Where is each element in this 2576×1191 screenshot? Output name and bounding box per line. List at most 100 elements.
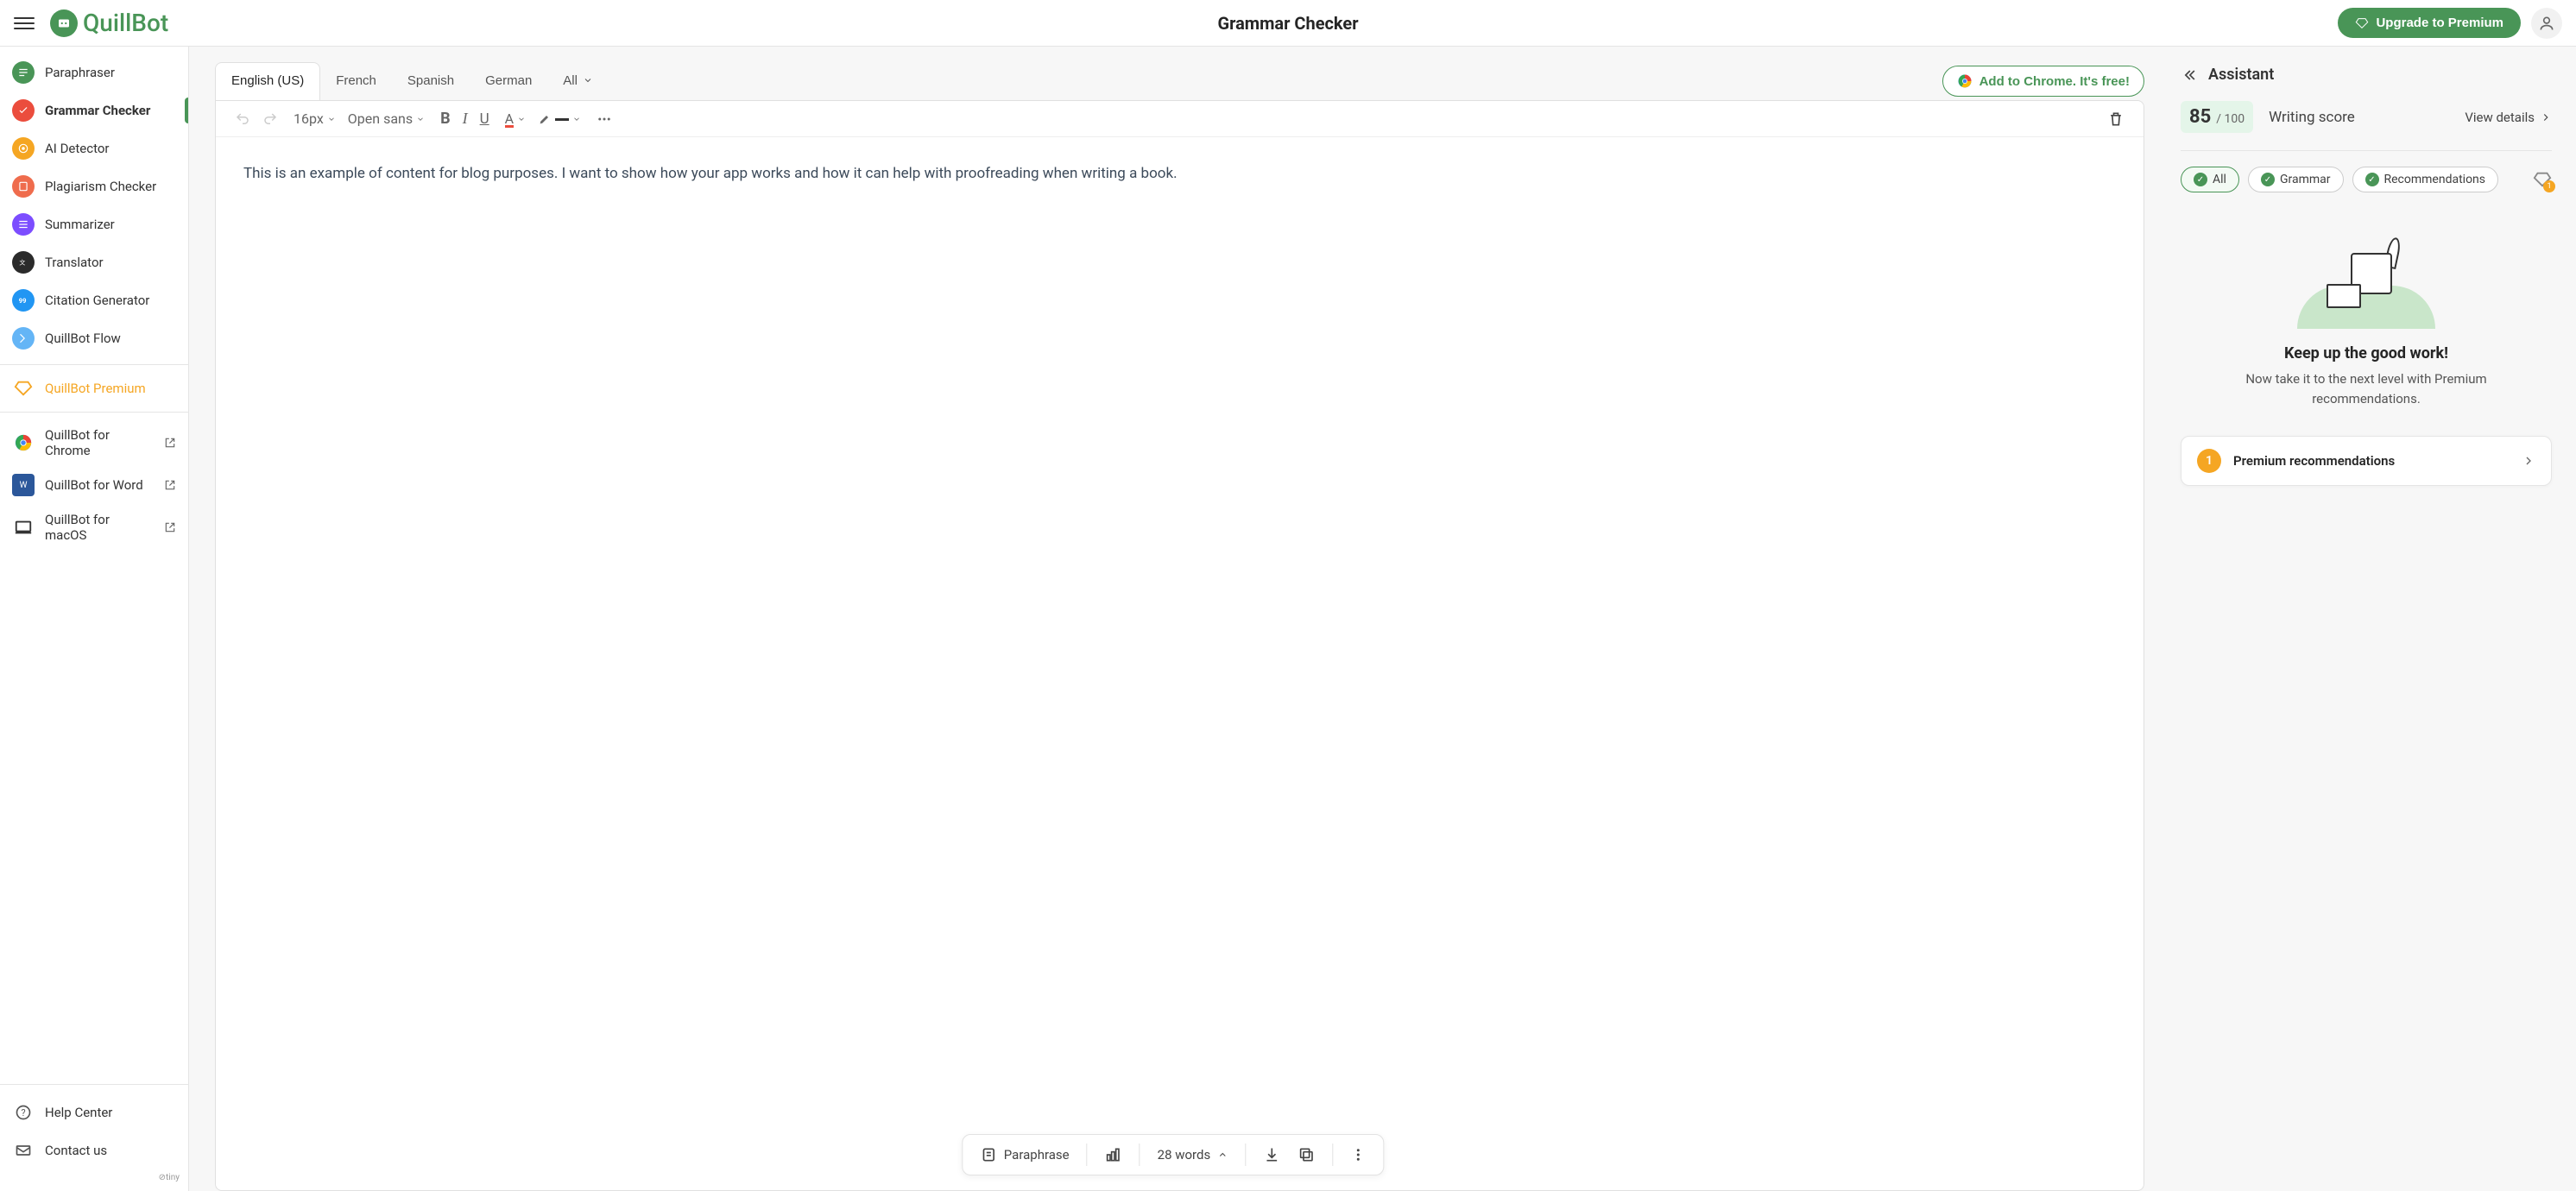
chevron-up-icon	[1217, 1150, 1228, 1160]
stats-button[interactable]	[1105, 1146, 1122, 1163]
word-icon: W	[12, 474, 35, 496]
check-icon: ✓	[2261, 173, 2275, 186]
editor-content[interactable]: This is an example of content for blog p…	[216, 137, 2144, 1190]
external-link-icon	[164, 437, 176, 449]
sidebar-item-citation[interactable]: 99 Citation Generator	[0, 281, 188, 319]
font-size-select[interactable]: 16px	[294, 110, 336, 127]
sidebar-item-label: Translator	[45, 255, 104, 270]
tab-french[interactable]: French	[320, 62, 392, 100]
rec-label: Premium recommendations	[2233, 453, 2395, 469]
tab-spanish[interactable]: Spanish	[392, 62, 470, 100]
logo[interactable]: QuillBot	[50, 9, 168, 37]
chrome-icon	[1957, 73, 1973, 89]
copy-button[interactable]	[1297, 1146, 1315, 1163]
add-to-chrome-button[interactable]: Add to Chrome. It's free!	[1942, 66, 2144, 97]
bold-button[interactable]: B	[440, 110, 451, 128]
summarizer-icon	[12, 213, 35, 236]
download-icon	[1263, 1146, 1280, 1163]
rec-count-badge: 1	[2197, 449, 2221, 473]
chevron-down-icon	[517, 115, 526, 123]
mail-icon	[12, 1139, 35, 1162]
text-color-button[interactable]: A	[505, 110, 526, 128]
page-title: Grammar Checker	[1217, 13, 1358, 34]
more-options-button[interactable]	[1350, 1147, 1366, 1163]
sidebar-item-label: Grammar Checker	[45, 103, 150, 118]
assistant-title: Assistant	[2208, 66, 2274, 84]
external-link-icon	[164, 479, 176, 491]
citation-icon: 99	[12, 289, 35, 312]
check-icon: ✓	[2194, 173, 2207, 186]
svg-text:文: 文	[19, 258, 25, 266]
svg-text:?: ?	[22, 1107, 26, 1119]
flow-icon	[12, 327, 35, 350]
upgrade-button[interactable]: Upgrade to Premium	[2338, 8, 2521, 38]
undo-button[interactable]	[235, 111, 250, 127]
underline-button[interactable]: U	[480, 110, 489, 128]
view-details-button[interactable]: View details	[2465, 110, 2552, 125]
sidebar-item-plagiarism[interactable]: Plagiarism Checker	[0, 167, 188, 205]
menu-button[interactable]	[14, 13, 35, 34]
score-value: 85	[2189, 106, 2211, 128]
sidebar-item-grammar-checker[interactable]: Grammar Checker	[0, 91, 188, 129]
translator-icon: 文	[12, 251, 35, 274]
sidebar-item-translator[interactable]: 文 Translator	[0, 243, 188, 281]
sidebar-item-word[interactable]: W QuillBot for Word	[0, 466, 188, 504]
sidebar-item-summarizer[interactable]: Summarizer	[0, 205, 188, 243]
sidebar-item-premium[interactable]: QuillBot Premium	[0, 364, 188, 413]
paraphrase-icon	[980, 1146, 997, 1163]
help-icon: ?	[12, 1101, 35, 1124]
logo-text: QuillBot	[83, 9, 168, 37]
empty-state: Keep up the good work! Now take it to th…	[2181, 208, 2552, 425]
tab-english[interactable]: English (US)	[215, 62, 320, 100]
premium-filter-button[interactable]: 1	[2533, 170, 2552, 189]
chevron-down-icon	[416, 115, 425, 123]
italic-button[interactable]: I	[463, 110, 468, 128]
grammar-icon	[12, 99, 35, 122]
download-button[interactable]	[1263, 1146, 1280, 1163]
more-button[interactable]	[597, 111, 612, 127]
chrome-icon	[12, 432, 35, 454]
sidebar-item-contact[interactable]: Contact us	[0, 1131, 188, 1169]
chevron-right-icon	[2522, 454, 2535, 468]
illustration	[2297, 234, 2435, 329]
person-icon	[2538, 15, 2555, 32]
delete-button[interactable]	[2107, 110, 2125, 128]
tab-all[interactable]: All	[547, 62, 609, 100]
redo-button[interactable]	[262, 111, 278, 127]
score-label: Writing score	[2269, 109, 2355, 126]
tab-german[interactable]: German	[470, 62, 547, 100]
empty-title: Keep up the good work!	[2284, 344, 2448, 362]
premium-recommendations-card[interactable]: 1 Premium recommendations	[2181, 436, 2552, 486]
sidebar-item-label: QuillBot Flow	[45, 331, 121, 346]
sidebar-item-ai-detector[interactable]: AI Detector	[0, 129, 188, 167]
sidebar-item-flow[interactable]: QuillBot Flow	[0, 319, 188, 357]
sidebar-item-label: Citation Generator	[45, 293, 149, 308]
chip-all[interactable]: ✓All	[2181, 167, 2239, 192]
sidebar-item-chrome[interactable]: QuillBot for Chrome	[0, 419, 188, 466]
sidebar-item-paraphraser[interactable]: Paraphraser	[0, 54, 188, 91]
sidebar-item-help[interactable]: ? Help Center	[0, 1093, 188, 1131]
sidebar-item-label: QuillBot for macOS	[45, 512, 154, 543]
sidebar-item-label: Plagiarism Checker	[45, 179, 156, 194]
font-family-select[interactable]: Open sans	[348, 110, 425, 127]
chip-grammar[interactable]: ✓Grammar	[2248, 167, 2344, 192]
sidebar-item-label: Contact us	[45, 1143, 107, 1158]
svg-text:99: 99	[19, 297, 27, 305]
highlight-button[interactable]	[538, 112, 581, 126]
collapse-icon[interactable]	[2181, 66, 2198, 84]
chip-recommendations[interactable]: ✓Recommendations	[2352, 167, 2499, 192]
logo-icon	[50, 9, 78, 37]
paraphrase-button[interactable]: Paraphrase	[980, 1146, 1070, 1163]
sidebar-item-label: Help Center	[45, 1105, 112, 1120]
profile-button[interactable]	[2531, 8, 2562, 39]
kebab-icon	[1350, 1147, 1366, 1163]
sidebar-item-macos[interactable]: QuillBot for macOS	[0, 504, 188, 551]
chevron-down-icon	[583, 75, 593, 85]
chevron-down-icon	[327, 115, 336, 123]
macos-icon	[12, 516, 35, 539]
sidebar-item-label: QuillBot Premium	[45, 381, 146, 396]
external-link-icon	[164, 521, 176, 533]
plagiarism-icon	[12, 175, 35, 198]
word-count-button[interactable]: 28 words	[1158, 1147, 1228, 1163]
sidebar-item-label: AI Detector	[45, 141, 110, 156]
